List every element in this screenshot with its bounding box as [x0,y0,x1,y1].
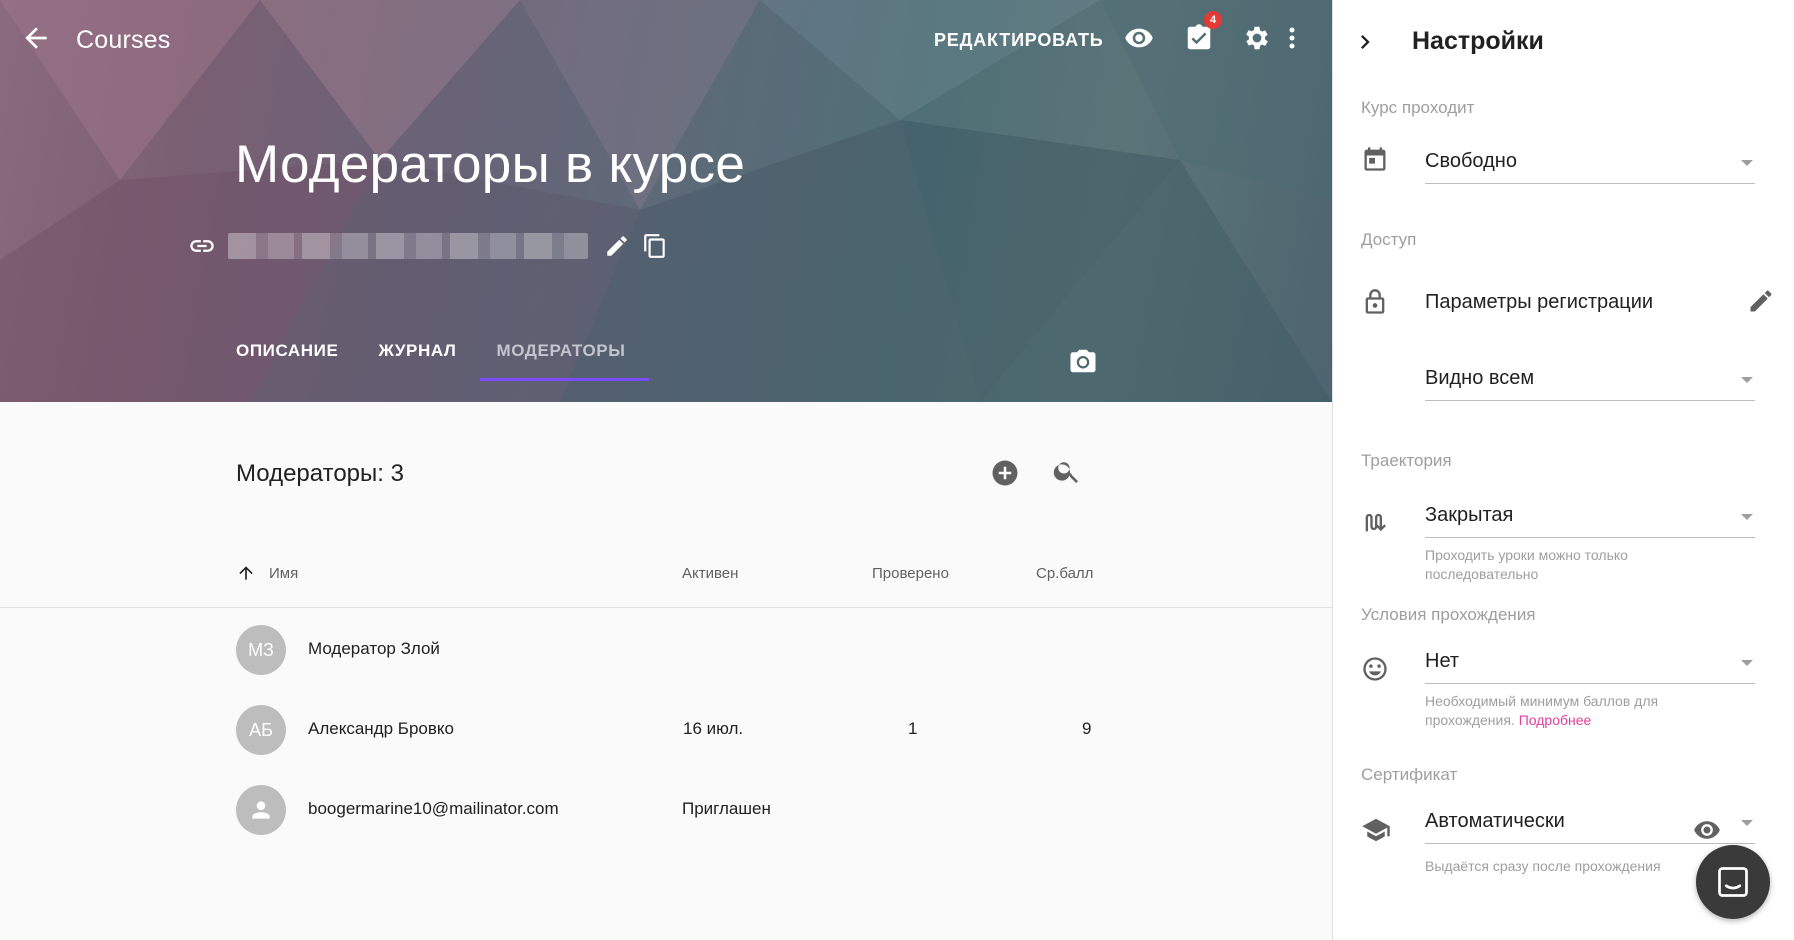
tab-journal[interactable]: ЖУРНАЛ [378,341,456,361]
moderator-name: boogermarine10@mailinator.com [308,799,559,818]
conditions-hint: Необходимый минимум баллов для прохожден… [1425,692,1745,730]
route-icon [1361,508,1389,541]
moderators-heading: Модераторы: 3 [236,460,404,487]
avatar: МЗ [236,625,286,675]
visibility-select[interactable]: Видно всем [1425,357,1755,401]
preview-button[interactable] [1123,22,1155,54]
certificate-value: Автоматически [1425,810,1565,832]
course-mode-select[interactable]: Свободно [1425,140,1755,184]
table-row[interactable]: boogermarine10@mailinator.com Приглашен [0,770,1332,850]
link-icon [188,232,216,265]
conditions-select[interactable]: Нет [1425,640,1755,684]
course-main: Courses РЕДАКТИРОВАТЬ 4 Модераторы в кур… [0,0,1332,940]
graduation-cap-icon [1361,815,1391,850]
header-background-art [0,0,1332,402]
conditions-value: Нет [1425,650,1460,672]
visibility-value: Видно всем [1425,367,1535,389]
edit-button[interactable]: РЕДАКТИРОВАТЬ [934,30,1104,51]
table-row[interactable]: АБ Александр Бровко 16 июл. 1 9 [0,690,1332,770]
back-button[interactable] [20,22,52,54]
column-header-name[interactable]: Имя [269,565,298,582]
gear-icon [1246,26,1268,50]
moderator-name: Модератор Злой [308,639,440,658]
course-title: Модераторы в курсе [235,135,746,194]
arrow-up-icon [239,566,253,580]
smiley-icon [1361,655,1389,688]
column-header-active[interactable]: Активен [682,565,738,582]
add-moderator-button[interactable] [990,458,1020,493]
calendar-icon [1361,145,1389,178]
edit-link-button[interactable] [604,233,630,264]
edit-registration-button[interactable] [1747,287,1775,320]
arrow-left-icon [25,27,47,49]
learn-more-link[interactable]: Подробнее [1519,712,1592,728]
registration-settings-label: Параметры регистрации [1425,291,1654,313]
settings-button[interactable] [1241,22,1273,54]
column-header-checked[interactable]: Проверено [872,565,949,582]
copy-icon [644,234,665,258]
change-cover-button[interactable] [1068,346,1098,381]
certificate-label: Сертификат [1361,765,1458,784]
dropdown-caret-icon [1741,660,1753,666]
invite-status: Приглашен [682,799,771,818]
trajectory-value: Закрытая [1425,504,1514,526]
trajectory-hint: Проходить уроки можно только последовате… [1425,547,1628,582]
support-chat-button[interactable] [1696,845,1770,919]
avatar: АБ [236,705,286,755]
dropdown-caret-icon [1741,820,1753,826]
chevron-right-icon [1361,35,1370,49]
settings-panel: Настройки Курс проходит Свободно Доступ … [1332,0,1794,940]
eye-icon [1694,821,1720,839]
course-link-redacted [228,233,588,259]
preview-certificate-button[interactable] [1693,816,1721,849]
course-header: Courses РЕДАКТИРОВАТЬ 4 Модераторы в кур… [0,0,1332,402]
checked-count: 1 [908,719,918,738]
camera-icon [1070,349,1096,373]
trajectory-label: Траектория [1361,451,1452,470]
copy-link-button[interactable] [642,233,668,264]
dropdown-caret-icon [1741,160,1753,166]
more-menu-button[interactable] [1282,22,1302,54]
active-tab-indicator [480,378,649,381]
dropdown-caret-icon [1741,514,1753,520]
lock-icon [1361,288,1389,321]
more-vertical-icon [1289,27,1295,49]
conditions-label: Условия прохождения [1361,605,1536,624]
dropdown-caret-icon [1741,377,1753,383]
moderator-name: Александр Бровко [308,719,454,738]
sort-ascending-button[interactable] [236,563,256,588]
tab-moderators[interactable]: МОДЕРАТОРЫ [496,341,625,361]
settings-title: Настройки [1412,27,1544,55]
pencil-icon [1750,290,1772,312]
add-circle-icon [992,460,1018,486]
course-mode-value: Свободно [1425,150,1517,172]
average-score: 9 [1082,719,1092,738]
last-active: 16 июл. [683,719,744,738]
person-icon [252,801,270,819]
course-mode-label: Курс проходит [1361,98,1475,117]
table-row[interactable]: МЗ Модератор Злой [0,610,1332,690]
search-moderators-button[interactable] [1052,456,1082,491]
tasks-badge: 4 [1204,11,1222,29]
search-icon [1053,462,1078,483]
close-settings-button[interactable] [1351,28,1379,61]
pencil-icon [607,236,627,256]
course-tabs: ОПИСАНИЕ ЖУРНАЛ МОДЕРАТОРЫ [236,341,666,361]
toolbar-title[interactable]: Courses [76,26,171,55]
tab-description[interactable]: ОПИСАНИЕ [236,341,338,361]
column-header-avg[interactable]: Ср.балл [1036,565,1093,582]
avatar [236,785,286,835]
trajectory-select[interactable]: Закрытая [1425,494,1755,538]
access-label: Доступ [1361,230,1417,249]
table-divider [0,607,1332,608]
chat-icon [1718,867,1748,897]
eye-icon [1125,28,1153,48]
